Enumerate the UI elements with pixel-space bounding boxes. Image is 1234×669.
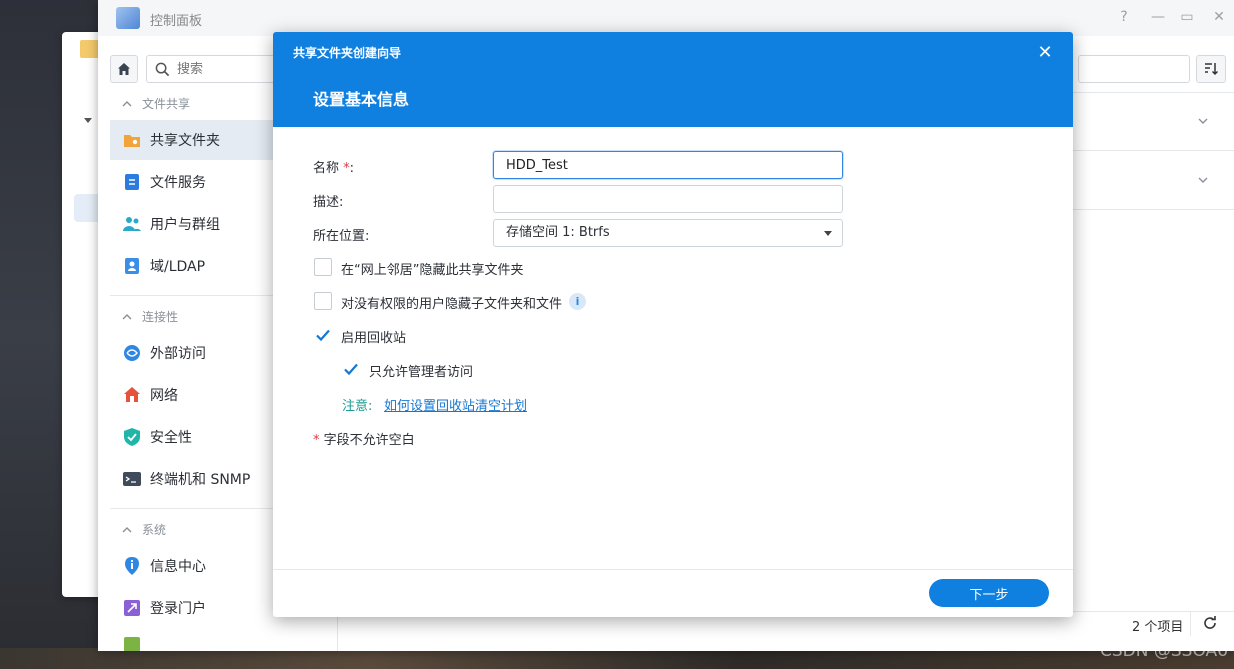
dialog-header: 共享文件夹创建向导 设置基本信息 ✕	[273, 32, 1073, 127]
checkmark-icon	[344, 363, 358, 376]
label-colon: :	[349, 161, 355, 176]
sidebar-item-label: 用户与群组	[150, 217, 220, 233]
sidebar-item-cut-off[interactable]	[110, 630, 338, 651]
recycle-bin-label: 启用回收站	[341, 331, 407, 346]
chevron-down-icon[interactable]	[1196, 173, 1210, 187]
footer-divider	[273, 569, 1073, 570]
minimize-button[interactable]: —	[1149, 9, 1167, 25]
location-select[interactable]: 存储空间 1: Btrfs	[493, 219, 843, 247]
window-title: 控制面板	[150, 14, 203, 29]
sort-icon	[1205, 63, 1219, 76]
tree-expand-icon[interactable]	[84, 118, 92, 123]
next-button[interactable]: 下一步	[929, 579, 1049, 607]
chevron-down-icon[interactable]	[1196, 114, 1210, 128]
close-window-button[interactable]: ✕	[1210, 9, 1228, 25]
section-label: 系统	[142, 523, 167, 537]
sidebar-item-label: 外部访问	[150, 346, 206, 362]
sidebar-item-label: 终端机和 SNMP	[150, 472, 251, 488]
name-label-text: 名称	[313, 161, 340, 176]
domain-ldap-icon	[125, 258, 139, 274]
info-icon[interactable]: i	[569, 293, 586, 310]
external-access-icon	[124, 345, 140, 361]
maximize-button[interactable]: ▭	[1178, 9, 1196, 25]
row-divider	[1073, 209, 1234, 210]
control-panel-icon	[116, 7, 140, 29]
sidebar-item-label: 网络	[150, 388, 178, 404]
name-field[interactable]	[493, 151, 843, 179]
location-label: 所在位置:	[313, 229, 370, 244]
description-field[interactable]	[493, 185, 843, 213]
description-label: 描述:	[313, 195, 344, 210]
search-icon	[155, 62, 170, 77]
shield-icon	[124, 428, 140, 446]
user-group-icon	[123, 217, 141, 231]
desktop-background-bottom	[0, 648, 1234, 669]
shared-folder-icon	[124, 135, 140, 147]
folder-icon	[80, 40, 100, 58]
hide-network-label: 在“网上邻居”隐藏此共享文件夹	[341, 263, 524, 278]
row-divider	[1073, 150, 1234, 151]
chevron-up-icon	[122, 100, 132, 106]
filter-input[interactable]	[1078, 55, 1190, 83]
section-header-connectivity[interactable]: 连接性	[122, 308, 178, 325]
name-label: 名称 *:	[313, 157, 354, 176]
close-icon[interactable]: ✕	[1035, 43, 1055, 63]
item-count: 2 个项目	[1132, 620, 1184, 635]
sidebar-item-label: 域/LDAP	[150, 259, 206, 275]
note-label: 注意:	[342, 399, 373, 414]
checkmark-icon	[316, 329, 330, 342]
step-title: 设置基本信息	[313, 90, 410, 109]
refresh-icon[interactable]	[1202, 615, 1218, 631]
admin-only-checkbox[interactable]	[342, 360, 360, 378]
watermark: CSDN @SSOA6	[1100, 641, 1228, 661]
title-bar: 控制面板 ? — ▭ ✕	[98, 0, 1234, 36]
divider	[1190, 612, 1191, 636]
hide-subfolders-checkbox[interactable]	[314, 292, 332, 310]
admin-only-label: 只允许管理者访问	[369, 365, 474, 380]
section-label: 连接性	[142, 310, 179, 324]
hide-network-checkbox[interactable]	[314, 258, 332, 276]
required-note: * 字段不允许空白	[313, 429, 415, 448]
hide-subfolders-label: 对没有权限的用户隐藏子文件夹和文件	[341, 297, 563, 312]
chevron-up-icon	[122, 526, 132, 532]
recycle-bin-checkbox[interactable]	[314, 326, 332, 344]
location-value: 存储空间 1: Btrfs	[506, 225, 610, 240]
required-mark: *	[313, 433, 320, 448]
section-header-file-sharing[interactable]: 文件共享	[122, 95, 190, 112]
info-center-icon	[125, 557, 139, 575]
help-button[interactable]: ?	[1115, 9, 1133, 25]
file-services-icon	[125, 174, 139, 190]
terminal-icon	[123, 472, 141, 486]
section-header-system[interactable]: 系统	[122, 521, 166, 538]
system-icon	[124, 637, 140, 651]
network-icon	[124, 387, 140, 402]
home-icon	[118, 63, 130, 75]
sidebar-item-label: 文件服务	[150, 175, 206, 191]
required-note-text: 字段不允许空白	[323, 433, 415, 448]
chevron-up-icon	[122, 313, 132, 319]
sidebar-item-label: 信息中心	[150, 559, 206, 575]
dialog-title: 共享文件夹创建向导	[293, 46, 402, 60]
row-divider	[1073, 92, 1234, 93]
sidebar-item-label: 安全性	[150, 430, 192, 446]
shared-folder-wizard-dialog: 共享文件夹创建向导 设置基本信息 ✕ 名称 *: 描述: 所在位置: 存储空间 …	[273, 32, 1073, 617]
caret-down-icon	[824, 231, 832, 236]
sidebar-item-label: 登录门户	[150, 601, 206, 617]
sort-button[interactable]	[1196, 55, 1226, 83]
recycle-schedule-link[interactable]: 如何设置回收站清空计划	[384, 395, 527, 414]
login-portal-icon	[124, 600, 140, 616]
section-label: 文件共享	[142, 97, 191, 111]
home-button[interactable]	[110, 55, 138, 83]
sidebar-item-label: 共享文件夹	[150, 133, 220, 149]
